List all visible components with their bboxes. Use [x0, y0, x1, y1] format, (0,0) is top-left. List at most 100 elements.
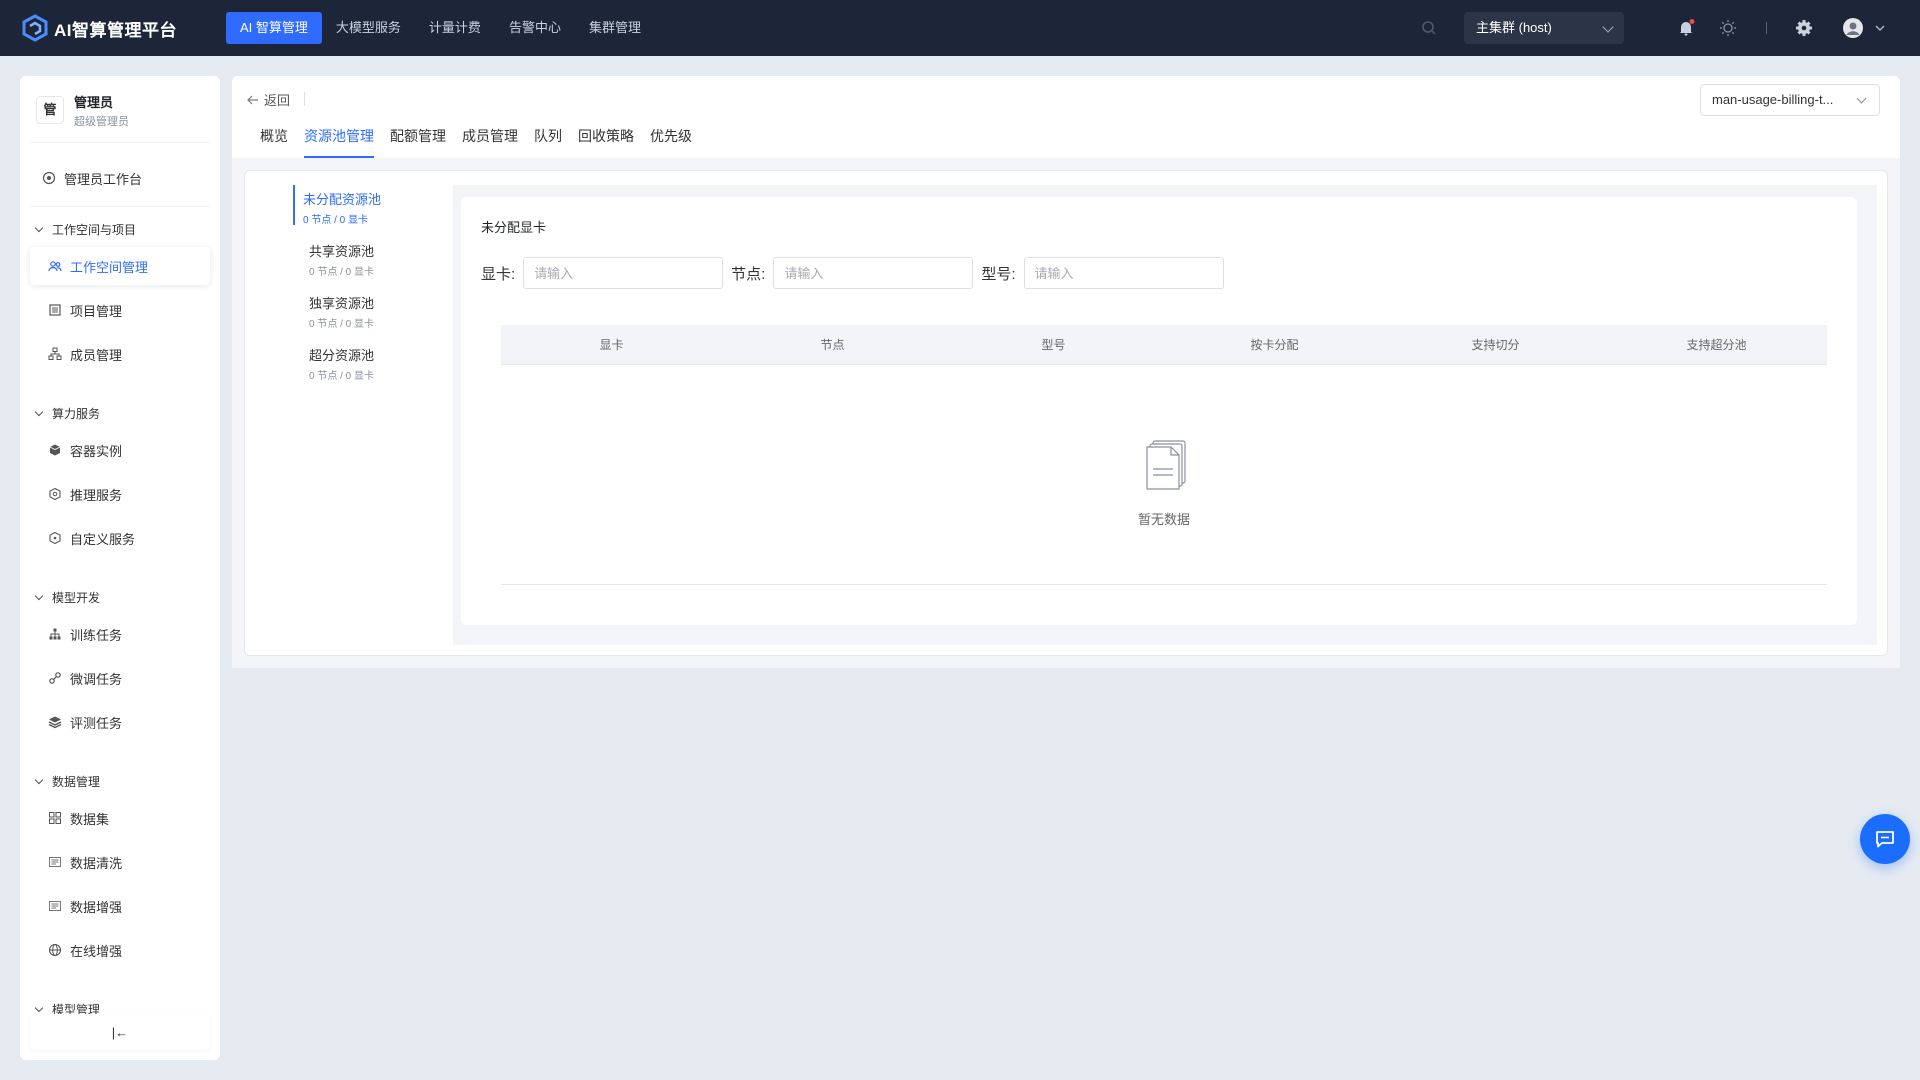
- gpu-filter-input[interactable]: [523, 257, 724, 289]
- topnav-llm-service[interactable]: 大模型服务: [322, 12, 415, 44]
- sidebar-item-inference-service[interactable]: 推理服务: [30, 475, 210, 513]
- list-icon: [49, 304, 61, 316]
- node-filter-input[interactable]: [773, 257, 974, 289]
- column-header: 支持切分: [1471, 338, 1520, 352]
- model-filter-input[interactable]: [1023, 257, 1224, 289]
- sidebar-item-data-cleaning[interactable]: 数据清洗: [30, 843, 210, 881]
- avatar[interactable]: [1842, 17, 1864, 39]
- bell-icon[interactable]: [1676, 18, 1696, 38]
- sidebar-group-label: 数据管理: [52, 774, 101, 789]
- top-separator: [1766, 22, 1767, 34]
- sidebar-item-project-management[interactable]: 项目管理: [30, 291, 210, 329]
- chevron-down-icon[interactable]: [1874, 22, 1886, 34]
- topnav-cluster[interactable]: 集群管理: [575, 12, 655, 44]
- column-header: 节点: [820, 338, 845, 352]
- sidebar-group-label: 算力服务: [52, 406, 101, 421]
- pool-item-unallocated[interactable]: 未分配资源池 0 节点 / 0 显卡: [293, 185, 433, 237]
- divider: [304, 92, 305, 106]
- tab-overview[interactable]: 概览: [260, 124, 288, 158]
- back-button[interactable]: 返回: [246, 90, 290, 109]
- tab-bar: 概览 资源池管理 配额管理 成员管理 队列 回收策略 优先级: [260, 124, 708, 158]
- pool-item-exclusive[interactable]: 独享资源池 0 节点 / 0 显卡: [293, 289, 433, 341]
- top-bar: AI智算管理平台 AI 智算管理 大模型服务 计量计费 告警中心 集群管理 主集…: [0, 0, 1920, 56]
- divider: [30, 142, 210, 143]
- sidebar-item-finetune-task[interactable]: 微调任务: [30, 659, 210, 697]
- cluster-select-value: 主集群 (host): [1476, 20, 1552, 35]
- sidebar-item-label: 成员管理: [70, 347, 123, 363]
- cluster-select[interactable]: 主集群 (host): [1464, 12, 1624, 44]
- topnav-billing[interactable]: 计量计费: [415, 12, 495, 44]
- table-header: 显卡 节点 型号 按卡分配 支持切分 支持超分池: [501, 325, 1827, 365]
- tab-members[interactable]: 成员管理: [462, 124, 518, 158]
- sidebar-item-data-augment[interactable]: 数据增强: [30, 887, 210, 925]
- sidebar-item-workbench[interactable]: 管理员工作台: [30, 159, 210, 197]
- sidebar-item-label: 训练任务: [70, 627, 123, 643]
- hexagon-icon: [49, 531, 61, 545]
- sidebar-group-data[interactable]: 数据管理: [30, 769, 210, 793]
- topnav-ai-compute[interactable]: AI 智算管理: [226, 12, 322, 44]
- column-header: 显卡: [599, 338, 624, 352]
- back-label: 返回: [264, 93, 291, 108]
- divider: [30, 206, 210, 207]
- sidebar-item-online-augment[interactable]: 在线增强: [30, 931, 210, 969]
- empty-state: 暂无数据: [501, 365, 1827, 585]
- column-header: 按卡分配: [1250, 338, 1299, 352]
- sidebar-item-training-task[interactable]: 训练任务: [30, 615, 210, 653]
- tab-resource-pool[interactable]: 资源池管理: [304, 124, 374, 158]
- pool-list: 未分配资源池 0 节点 / 0 显卡 共享资源池 0 节点 / 0 显卡 独享资…: [293, 185, 433, 393]
- users-icon: [48, 261, 62, 272]
- tab-queue[interactable]: 队列: [534, 124, 562, 158]
- chevron-down-icon: [34, 1003, 44, 1012]
- empty-text: 暂无数据: [1137, 512, 1190, 527]
- pool-name: 未分配资源池: [303, 192, 382, 207]
- column-header: 型号: [1041, 338, 1066, 352]
- search-icon[interactable]: [1420, 19, 1438, 37]
- sidebar-item-label: 数据集: [70, 811, 110, 827]
- hexagon-network-icon: [49, 487, 61, 501]
- layers-icon: [48, 716, 62, 729]
- main-body: 未分配资源池 0 节点 / 0 显卡 共享资源池 0 节点 / 0 显卡 独享资…: [232, 158, 1900, 668]
- user-role: 超级管理员: [74, 115, 129, 128]
- topnav-alerts[interactable]: 告警中心: [495, 12, 575, 44]
- chevron-down-icon: [34, 591, 44, 600]
- top-nav: AI 智算管理 大模型服务 计量计费 告警中心 集群管理: [226, 12, 655, 44]
- sidebar-item-label: 推理服务: [70, 487, 123, 503]
- gear-icon[interactable]: [1794, 18, 1814, 38]
- tab-reclaim-policy[interactable]: 回收策略: [578, 124, 634, 158]
- document-lines-icon: [49, 901, 61, 911]
- sidebar-item-dataset[interactable]: 数据集: [30, 799, 210, 837]
- pool-item-shared[interactable]: 共享资源池 0 节点 / 0 显卡: [293, 237, 433, 289]
- sidebar-item-label: 自定义服务: [70, 531, 136, 547]
- sidebar-item-label: 管理员工作台: [64, 171, 143, 187]
- pool-item-oversold[interactable]: 超分资源池 0 节点 / 0 显卡: [293, 341, 433, 393]
- main-header: 返回 man-usage-billing-t... 概览 资源池管理 配额管理 …: [232, 76, 1900, 158]
- sidebar-item-label: 微调任务: [70, 671, 123, 687]
- workspace-select[interactable]: man-usage-billing-t...: [1700, 84, 1880, 116]
- logo-icon: [22, 14, 48, 42]
- app-title: AI智算管理平台: [54, 20, 177, 40]
- chat-button[interactable]: [1860, 814, 1910, 864]
- collapse-sidebar-button[interactable]: |←: [30, 1014, 210, 1050]
- sidebar-group-model-dev[interactable]: 模型开发: [30, 585, 210, 609]
- hierarchy-icon: [49, 628, 61, 640]
- sun-icon[interactable]: [1718, 18, 1738, 38]
- filter-row: 显卡: 节点: 型号:: [481, 257, 1232, 289]
- pool-meta: 0 节点 / 0 显卡: [303, 215, 369, 226]
- detail-title: 未分配显卡: [481, 220, 547, 235]
- sidebar-item-workspace-management[interactable]: 工作空间管理: [30, 247, 210, 285]
- chevron-down-icon: [1602, 21, 1614, 33]
- arrow-left-icon: [247, 95, 258, 104]
- dashboard-icon: [42, 171, 56, 185]
- sidebar-item-eval-task[interactable]: 评测任务: [30, 703, 210, 741]
- sidebar-group-workspace[interactable]: 工作空间与项目: [30, 217, 210, 241]
- tab-priority[interactable]: 优先级: [650, 124, 692, 158]
- chevron-down-icon: [34, 223, 44, 232]
- sidebar-item-custom-service[interactable]: 自定义服务: [30, 519, 210, 557]
- tab-quota[interactable]: 配额管理: [390, 124, 446, 158]
- sidebar-item-container-instance[interactable]: 容器实例: [30, 431, 210, 469]
- logo[interactable]: AI智算管理平台: [20, 13, 206, 43]
- sidebar-item-member-management[interactable]: 成员管理: [30, 335, 210, 373]
- detail-wrapper: 未分配显卡 显卡: 节点: 型号: 显卡 节点 型号 按卡分配 支持切分 支持超…: [453, 185, 1877, 645]
- sidebar-group-compute[interactable]: 算力服务: [30, 401, 210, 425]
- pool-meta: 0 节点 / 0 显卡: [309, 371, 375, 382]
